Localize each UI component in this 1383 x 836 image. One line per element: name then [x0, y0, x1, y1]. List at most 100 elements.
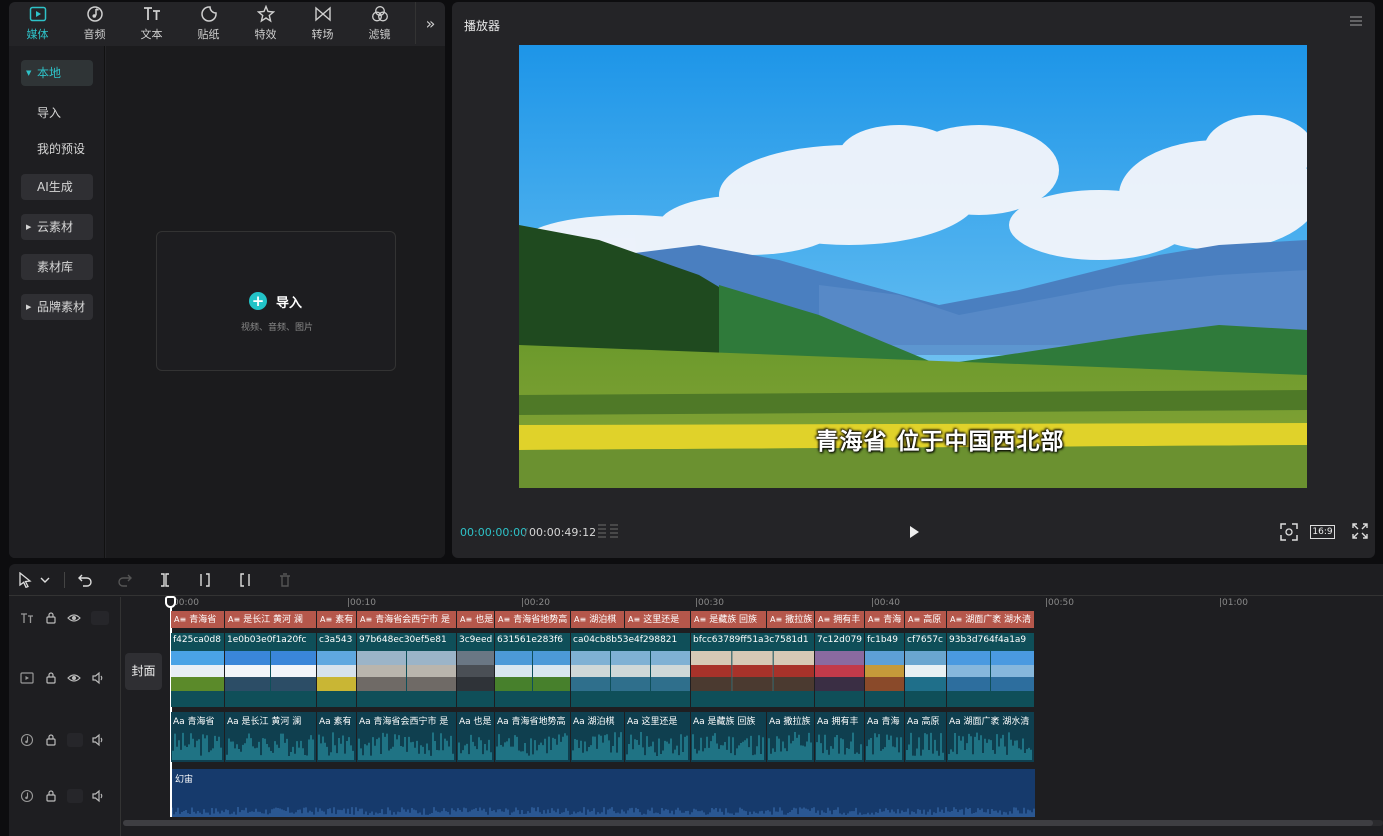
- text-clip[interactable]: A≡ 湖泊棋: [571, 611, 625, 628]
- nav-presets[interactable]: 我的预设: [21, 136, 93, 162]
- video-clip[interactable]: 631561e283f6: [495, 633, 571, 707]
- text-clip[interactable]: A≡ 拥有丰: [815, 611, 865, 628]
- audio-clip[interactable]: Aa 也是: [457, 712, 495, 762]
- lock-icon[interactable]: [44, 611, 58, 625]
- nav-local[interactable]: ▼ 本地: [21, 60, 93, 86]
- text-clip[interactable]: A≡ 也是: [457, 611, 495, 628]
- video-clip-label: 631561e283f6: [497, 635, 563, 645]
- audio-clip[interactable]: Aa 青海省地势高: [495, 712, 571, 762]
- audio-clip[interactable]: Aa 是藏族 回族: [691, 712, 767, 762]
- scrollbar-thumb[interactable]: [123, 820, 1373, 826]
- audio-clip[interactable]: Aa 是长江 黄河 澜: [225, 712, 317, 762]
- split-icon[interactable]: [157, 572, 173, 588]
- video-clip[interactable]: 97b648ec30ef5e81: [357, 633, 457, 707]
- video-clip[interactable]: fc1b49: [865, 633, 905, 707]
- trim-right-icon[interactable]: [237, 572, 253, 588]
- text-clip[interactable]: A≡ 青海: [865, 611, 905, 628]
- tab-audio[interactable]: 音频: [66, 2, 123, 44]
- video-clip-thumbnails: [691, 651, 814, 691]
- video-clip[interactable]: 1e0b03e0f1a20fc: [225, 633, 317, 707]
- grid-icon[interactable]: [596, 523, 620, 539]
- text-clip[interactable]: A≡ 青海省: [171, 611, 225, 628]
- tab-text[interactable]: 文本: [123, 2, 180, 44]
- video-clip[interactable]: 7c12d079: [815, 633, 865, 707]
- video-clip-thumbnails: [495, 651, 570, 691]
- audio-clip-label: Aa 湖面广袤 湖水清: [949, 717, 1030, 727]
- video-clip[interactable]: 3c9eed: [457, 633, 495, 707]
- chevron-down-icon[interactable]: [39, 572, 51, 588]
- audio-clip[interactable]: Aa 高原: [905, 712, 947, 762]
- video-clip[interactable]: cf7657c: [905, 633, 947, 707]
- audio-track-icon: [20, 789, 34, 803]
- tab-effects[interactable]: 特效: [237, 2, 294, 44]
- play-icon[interactable]: [907, 525, 921, 539]
- audio-clip[interactable]: Aa 湖面广袤 湖水清: [947, 712, 1035, 762]
- playhead-handle[interactable]: [165, 596, 176, 608]
- text-clip-label: 撒拉族: [785, 615, 813, 625]
- tab-media[interactable]: 媒体: [9, 2, 66, 44]
- video-clip[interactable]: f425ca0d8: [171, 633, 225, 707]
- cover-button[interactable]: 封面: [125, 653, 162, 690]
- redo-icon[interactable]: [117, 572, 133, 588]
- audio-clip[interactable]: Aa 青海省: [171, 712, 225, 762]
- volume-icon[interactable]: [91, 789, 105, 803]
- text-clip[interactable]: A≡ 高原: [905, 611, 947, 628]
- text-clip[interactable]: A≡ 是长江 黄河 澜: [225, 611, 317, 628]
- eye-icon[interactable]: [67, 611, 81, 625]
- total-time: 00:00:49:12: [529, 526, 597, 539]
- import-card[interactable]: + 导入 视频、音频、图片: [156, 231, 396, 371]
- fullscreen-icon[interactable]: [1352, 523, 1368, 539]
- eye-icon[interactable]: [67, 671, 81, 685]
- audio-clip[interactable]: Aa 素有: [317, 712, 357, 762]
- video-clip[interactable]: 93b3d764f4a1a9: [947, 633, 1035, 707]
- audio-clip[interactable]: Aa 青海: [865, 712, 905, 762]
- nav-ai-generate[interactable]: AI生成: [21, 174, 93, 200]
- caret-down-icon: ▼: [26, 69, 32, 77]
- lock-icon[interactable]: [44, 789, 58, 803]
- undo-icon[interactable]: [77, 572, 93, 588]
- text-clip[interactable]: A≡ 湖面广袤 湖水清: [947, 611, 1035, 628]
- music-clip[interactable]: 幻宙: [171, 769, 1035, 817]
- audio-clip[interactable]: Aa 这里还是: [625, 712, 691, 762]
- video-clip[interactable]: bfcc63789ff51a3c7581d1: [691, 633, 815, 707]
- nav-brand[interactable]: ▶ 品牌素材: [21, 294, 93, 320]
- video-clip-label: 3c9eed: [459, 635, 493, 645]
- nav-library[interactable]: 素材库: [21, 254, 93, 280]
- tab-sticker[interactable]: 贴纸: [180, 2, 237, 44]
- tab-transition[interactable]: 转场: [294, 2, 351, 44]
- nav-import[interactable]: 导入: [21, 100, 93, 126]
- text-clip-icon: A≡: [818, 615, 831, 624]
- nav-cloud[interactable]: ▶ 云素材: [21, 214, 93, 240]
- fit-screen-icon[interactable]: [1280, 523, 1298, 541]
- text-clip[interactable]: A≡ 这里还是: [625, 611, 691, 628]
- trim-left-icon[interactable]: [197, 572, 213, 588]
- volume-icon[interactable]: [91, 671, 105, 685]
- aspect-ratio-button[interactable]: 16:9: [1310, 525, 1335, 539]
- text-clip[interactable]: A≡ 撒拉族: [767, 611, 815, 628]
- volume-icon[interactable]: [91, 733, 105, 747]
- more-tools-button[interactable]: »: [415, 2, 445, 44]
- menu-icon[interactable]: [1349, 14, 1363, 28]
- tab-filter[interactable]: 滤镜: [351, 2, 408, 44]
- audio-clip-label: Aa 青海省地势高: [497, 717, 566, 727]
- playhead[interactable]: [170, 597, 172, 817]
- video-clip[interactable]: ca04cb8b53e4f298821: [571, 633, 691, 707]
- video-clip-label: cf7657c: [907, 635, 943, 645]
- audio-clip[interactable]: Aa 撒拉族: [767, 712, 815, 762]
- audio-clip[interactable]: Aa 青海省会西宁市 是: [357, 712, 457, 762]
- text-clip[interactable]: A≡ 素有: [317, 611, 357, 628]
- select-cursor-icon[interactable]: [17, 572, 33, 588]
- toolbar-divider: [64, 572, 65, 588]
- text-clip[interactable]: A≡ 青海省地势高: [495, 611, 571, 628]
- audio-clip[interactable]: Aa 拥有丰: [815, 712, 865, 762]
- text-clip[interactable]: A≡ 青海省会西宁市 是: [357, 611, 457, 628]
- video-clip[interactable]: c3a543: [317, 633, 357, 707]
- ruler-tick-label: |01:00: [1219, 598, 1248, 608]
- lock-icon[interactable]: [44, 733, 58, 747]
- text-clip[interactable]: A≡ 是藏族 回族: [691, 611, 767, 628]
- delete-icon[interactable]: [277, 572, 293, 588]
- video-preview[interactable]: 青海省 位于中国西北部: [519, 45, 1307, 488]
- audio-clip[interactable]: Aa 湖泊棋: [571, 712, 625, 762]
- horizontal-scrollbar[interactable]: [123, 820, 1383, 826]
- lock-icon[interactable]: [44, 671, 58, 685]
